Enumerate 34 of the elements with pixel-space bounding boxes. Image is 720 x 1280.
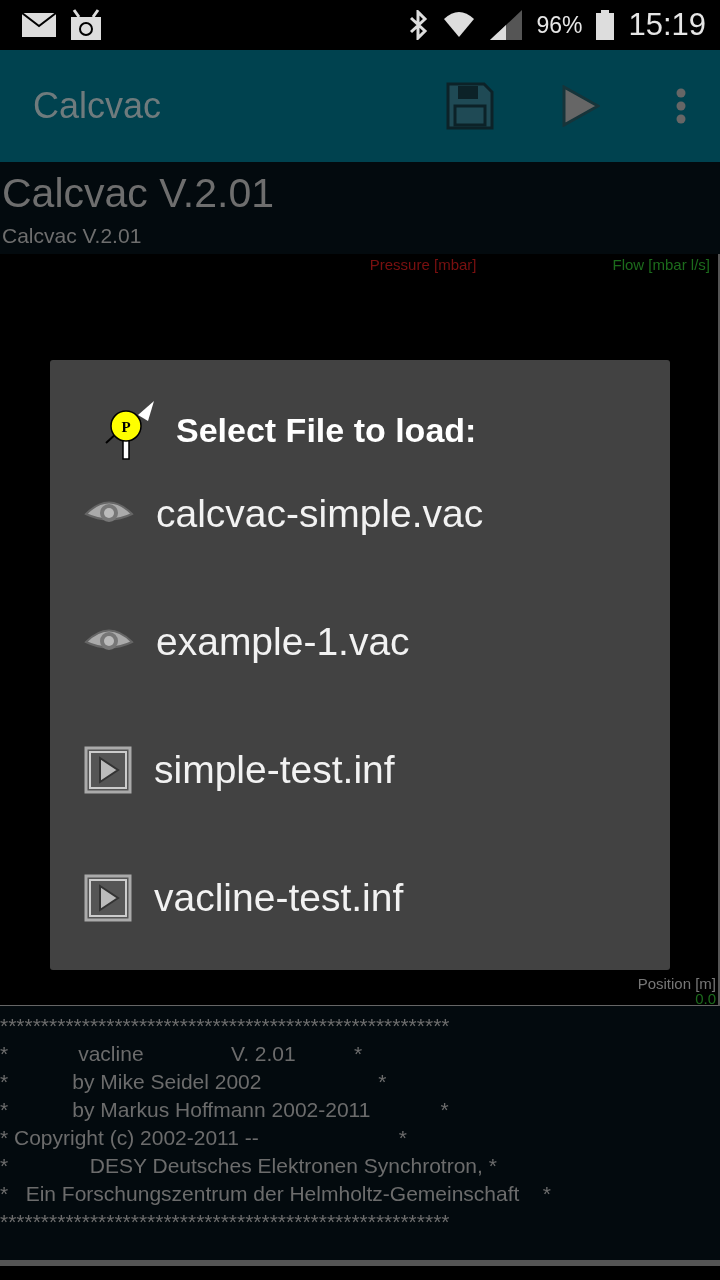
play-icon[interactable] — [562, 85, 600, 127]
console-line: * vacline V. 2.01 * — [0, 1041, 363, 1067]
position-axis-label: Position [m] — [637, 975, 716, 993]
file-item[interactable]: vacline-test.inf — [84, 834, 670, 962]
dialog-title: Select File to load: — [176, 410, 477, 450]
pressure-axis-label: Pressure [mbar] — [369, 256, 477, 274]
overflow-menu-icon[interactable] — [676, 88, 686, 124]
console-line: * by Mike Seidel 2002 * — [0, 1069, 387, 1095]
play-box-icon — [84, 874, 132, 922]
battery-icon — [596, 10, 615, 40]
file-item[interactable]: example-1.vac — [84, 578, 670, 706]
axis-tick-label: 0.0 — [695, 993, 716, 1005]
console-line: ******************************************************* — [0, 1209, 450, 1235]
console-line: * DESY Deutsches Elektronen Synchrotron, * — [0, 1153, 497, 1179]
console-line: * by Markus Hoffmann 2002-2011 * — [0, 1097, 449, 1123]
file-item[interactable]: calcvac-simple.vac — [84, 450, 670, 578]
flow-axis-label: Flow [mbar l/s] — [612, 256, 710, 274]
signal-icon — [490, 10, 523, 40]
header-title: Calcvac V.2.01 — [1, 169, 275, 218]
clock: 15:19 — [628, 7, 706, 43]
app-title: Calcvac — [33, 85, 163, 127]
console-line: * Ein Forschungszentrum der Helmholtz-Gemeinschaft * — [0, 1181, 551, 1207]
robot-sync-icon — [70, 9, 102, 41]
battery-percent: 96% — [536, 11, 583, 39]
file-item[interactable]: simple-test.inf — [84, 706, 670, 834]
console-line: * Copyright (c) 2002-2011 -- * — [0, 1125, 407, 1151]
console-line: ******************************************************* — [0, 1013, 450, 1039]
pin-drawing — [105, 401, 154, 460]
save-icon[interactable] — [446, 82, 494, 130]
header-subtitle: Calcvac V.2.01 — [1, 224, 143, 248]
bluetooth-icon — [408, 10, 429, 40]
pin-letter: P — [121, 419, 131, 435]
mail-icon — [22, 13, 56, 37]
play-box-icon — [84, 746, 132, 794]
